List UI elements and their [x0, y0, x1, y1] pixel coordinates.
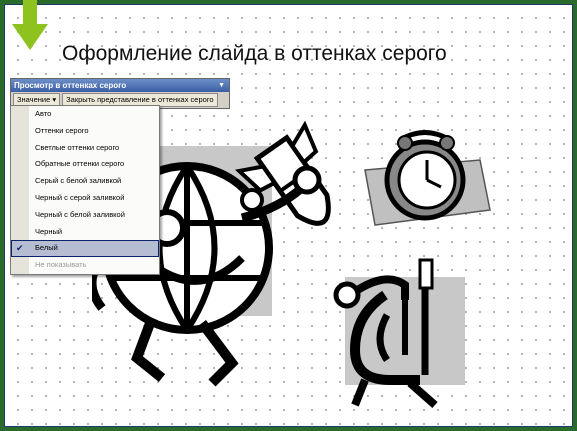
menu-item-black[interactable]: Черный [11, 224, 159, 241]
alarm-clock-clipart[interactable] [355, 125, 495, 230]
menu-item-label: Серый с белой заливкой [35, 176, 122, 186]
menu-item-white[interactable]: ✔ Белый [11, 240, 159, 258]
chevron-down-icon[interactable]: ▼ [218, 79, 225, 92]
menu-item-label: Черный с серой заливкой [35, 192, 125, 202]
toolbar-title: Просмотр в оттенках серого [14, 81, 127, 90]
toolbar-title-bar[interactable]: Просмотр в оттенках серого ▼ [11, 79, 229, 92]
menu-item-label: Черный [35, 226, 63, 236]
menu-item-label: Не показывать [35, 260, 87, 270]
value-button-label: Значение [17, 95, 51, 104]
menu-item-label: Белый [35, 243, 58, 253]
slide-title[interactable]: Оформление слайда в оттенках серого [62, 42, 447, 66]
menu-item-auto[interactable]: Авто [11, 106, 159, 123]
checkmark-icon: ✔ [16, 243, 24, 254]
menu-item-black-with-white-fill[interactable]: Черный с белой заливкой [11, 207, 159, 224]
menu-item-dont-show: Не показывать [11, 257, 159, 274]
menu-item-gray-with-white-fill[interactable]: Серый с белой заливкой [11, 173, 159, 190]
menu-item-grayscale[interactable]: Оттенки серого [11, 123, 159, 140]
menu-item-label: Авто [35, 109, 52, 118]
menu-item-light-grayscale[interactable]: Светлые оттенки серого [11, 140, 159, 157]
value-dropdown-menu: Авто Оттенки серого Светлые оттенки серо… [10, 105, 160, 275]
green-down-arrow-icon [12, 0, 48, 50]
clamp-clipart[interactable] [325, 255, 475, 415]
menu-item-label: Светлые оттенки серого [35, 142, 120, 152]
menu-item-label: Черный с белой заливкой [35, 209, 125, 219]
menu-item-black-with-gray-fill[interactable]: Черный с серой заливкой [11, 190, 159, 207]
menu-item-label: Оттенки серого [35, 125, 89, 135]
menu-item-label: Обратные оттенки серого [35, 159, 125, 169]
menu-item-inverse-grayscale[interactable]: Обратные оттенки серого [11, 156, 159, 173]
